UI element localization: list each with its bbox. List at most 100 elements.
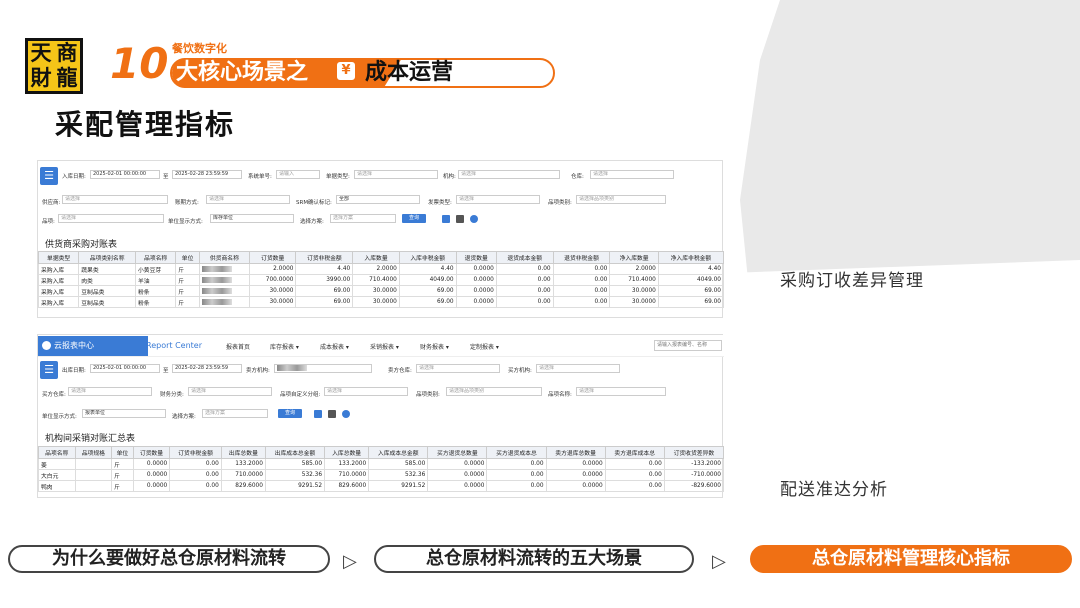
step-why[interactable]: 为什么要做好总仓原材料流转 [8,545,330,573]
custom-group-select[interactable]: 请选择 [324,387,408,396]
table-row[interactable]: 大白元斤 0.0000 0.00 710.0000 532.36 710.0000 532.… [38,469,725,481]
buyer-wh-select[interactable]: 请选择 [68,387,152,396]
unit-display-select[interactable]: 库存单位 [210,214,294,223]
query-button[interactable]: 查询 [278,409,302,418]
nav-finance[interactable]: 财务报表 ▾ [420,342,449,351]
table-cell: 0.0000 [455,296,497,308]
cat-select[interactable]: 请选择品项类别 [446,387,542,396]
out-date-label: 出库日期: [62,368,86,374]
column-header[interactable]: 订货非税金额 [169,446,222,459]
table-cell: 小黄豆芽 [134,263,177,275]
item-name-select[interactable]: 请选择 [576,387,666,396]
nav-home[interactable]: 报表首页 [226,342,250,351]
column-header[interactable]: 退货成本金额 [495,251,554,264]
column-header[interactable]: 入库总数量 [324,446,370,459]
table-cell: 2.0000 [609,263,659,275]
table-cell: 0.00 [486,469,547,481]
table-row[interactable]: 鸭肉斤 0.0000 0.00 829.6000 9291.52 829.6000 9291… [38,480,725,492]
doc-type-select[interactable]: 请选择 [354,170,438,179]
table-row[interactable]: 采购入库 蔬果类 小黄豆芽斤 2.0000 4.40 2.0000 4.40 0.0000 0.… [37,263,725,275]
export-excel-icon[interactable] [314,410,322,418]
column-header[interactable]: 单位 [175,251,200,264]
nav-custom[interactable]: 定制报表 ▾ [470,342,499,351]
report-search-input[interactable]: 请输入报表编号、名称 [654,340,722,351]
column-header[interactable]: 订货数量 [248,251,297,264]
column-header[interactable]: 订货收货差异数 [663,446,725,459]
account-select[interactable]: 请选择 [206,195,290,204]
srm-select[interactable]: 全部 [336,195,420,204]
unit-display-label: 单位显示方式: [42,414,77,420]
item-select[interactable]: 请选择 [58,214,164,223]
brand-logo: 天 商 財 龍 [25,38,83,94]
column-header[interactable]: 退货非税金额 [552,251,611,264]
column-header[interactable]: 入库非税金额 [398,251,457,264]
column-header[interactable]: 单据类型 [37,251,80,264]
out-date-from-input[interactable]: 2025-02-01 00:00:00 [90,364,160,373]
nav-purchase-sales[interactable]: 采销报表 ▾ [370,342,399,351]
column-header[interactable]: 品项类别名称 [78,251,136,264]
nav-cost[interactable]: 成本报表 ▾ [320,342,349,351]
column-header[interactable]: 退货数量 [455,251,497,264]
invoice-select[interactable]: 请选择 [456,195,540,204]
buyer-org-select[interactable]: 请选择 [536,364,620,373]
column-header[interactable]: 出库总数量 [220,446,266,459]
column-header[interactable]: 净入库非税金额 [657,251,725,264]
column-header[interactable]: 品项名称 [134,251,177,264]
warehouse-select[interactable]: 请选择 [590,170,674,179]
date-to-input[interactable]: 2025-02-28 23:59:59 [172,170,242,179]
report-center-logo[interactable]: 云报表中心 [38,336,148,356]
table-row[interactable]: 采购入库 豆制品类 粉条斤 30.0000 69.00 30.0000 69.00 0.000… [37,296,725,308]
info-icon[interactable] [470,215,478,223]
column-header[interactable]: 出库成本总金额 [264,446,326,459]
step-scenarios[interactable]: 总仓原材料流转的五大场景 [374,545,694,573]
out-date-to-input[interactable]: 2025-02-28 23:59:59 [172,364,242,373]
plan-select[interactable]: 选择方案 [330,214,396,223]
org-select[interactable]: 请选择 [458,170,560,179]
category-select[interactable]: 请选择品项类别 [576,195,666,204]
column-header[interactable]: 订货数量 [132,446,171,459]
column-header[interactable]: 卖方退库总数量 [545,446,606,459]
column-header[interactable]: 买方退货成本总 [486,446,547,459]
date-from-input[interactable]: 2025-02-01 00:00:00 [90,170,160,179]
table-row[interactable]: 采购入库 肉类 羊油斤 700.0000 3990.00 710.4000 4049.00 0… [37,274,725,286]
column-header[interactable]: 订货非税金额 [295,251,354,264]
column-header[interactable]: 供货商名称 [198,251,250,264]
fin-cat-select[interactable]: 请选择 [188,387,272,396]
menu-icon[interactable]: ☰ [40,361,58,379]
table-cell: 829.6000 [220,480,266,492]
unit-display-select[interactable]: 报表单位 [82,409,166,418]
print-icon[interactable] [456,215,464,223]
column-header[interactable]: 品项名称 [38,446,76,459]
column-header[interactable]: 卖方退库成本总 [604,446,665,459]
date-to-value: 2025-02-28 23:59:59 [175,365,229,371]
redacted-value [201,287,232,294]
column-header[interactable]: 买方退货总数量 [427,446,488,459]
table-cell: 2.0000 [248,263,297,275]
seller-wh-select[interactable]: 请选择 [416,364,500,373]
plan-select[interactable]: 选择方案 [202,409,268,418]
print-icon[interactable] [328,410,336,418]
table-row[interactable]: 姜斤 0.0000 0.00 133.2000 585.00 133.2000 585.00… [38,458,725,470]
report-center-navbar: 云报表中心 Report Center 报表首页 库存报表 ▾ 成本报表 ▾ 采… [38,335,724,357]
seller-org-select[interactable] [274,364,372,373]
column-header[interactable]: 品项规格 [74,446,113,459]
table-cell: 69.00 [398,296,457,308]
supplier-select[interactable]: 请选择 [62,195,168,204]
step-core-metrics[interactable]: 总仓原材料管理核心指标 [750,545,1072,573]
table-row[interactable]: 采购入库 豆制品类 粉条斤 30.0000 69.00 30.0000 69.00 0.000… [37,285,725,297]
table-cell: 斤 [175,285,200,297]
column-header[interactable]: 单位 [111,446,134,459]
export-excel-icon[interactable] [442,215,450,223]
table-cell: 0.00 [552,296,611,308]
column-header[interactable]: 入库数量 [352,251,400,264]
menu-icon[interactable]: ☰ [40,167,58,185]
table-cell: 585.00 [368,458,429,470]
table-cell: 采购入库 [37,285,80,297]
query-button[interactable]: 查询 [402,214,426,223]
select-placeholder: 请选择 [327,388,343,394]
sys-no-input[interactable]: 请输入 [276,170,320,179]
column-header[interactable]: 净入库数量 [609,251,659,264]
info-icon[interactable] [342,410,350,418]
nav-inventory[interactable]: 库存报表 ▾ [270,342,299,351]
column-header[interactable]: 入库成本总金额 [368,446,429,459]
